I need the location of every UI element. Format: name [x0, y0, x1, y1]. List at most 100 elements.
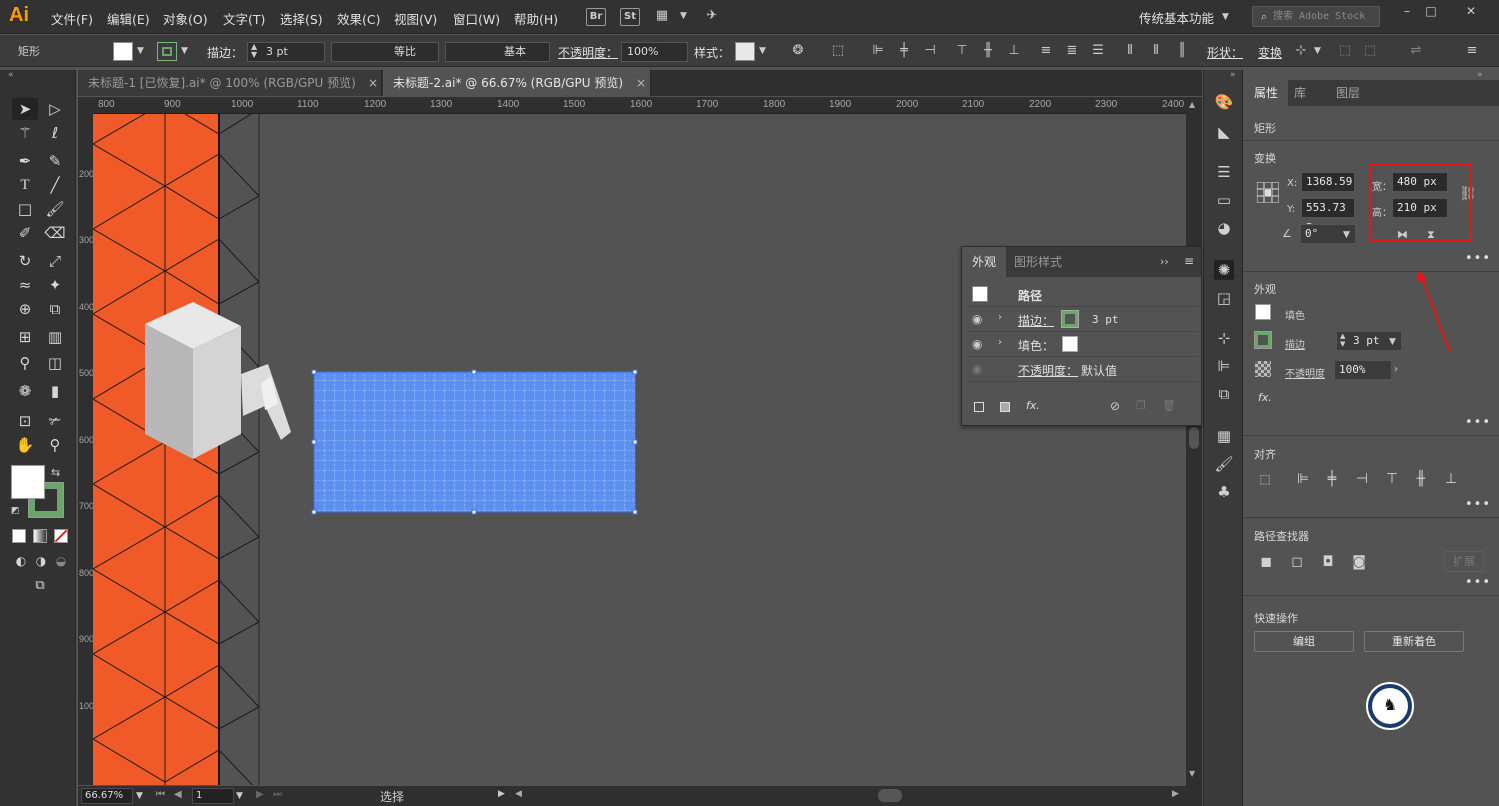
chevron-down-icon[interactable]: ▼: [1222, 12, 1229, 22]
more-options-icon[interactable]: •••: [1465, 251, 1491, 266]
lasso-tool-icon[interactable]: ℓ: [42, 122, 68, 144]
appearance-path-row[interactable]: 路径: [966, 283, 1198, 307]
delete-item-icon[interactable]: 🗑: [1162, 399, 1176, 412]
mesh-tool-icon[interactable]: ⊞: [12, 326, 38, 348]
scroll-up-icon[interactable]: ▲: [1189, 100, 1195, 109]
appearance-stroke-row[interactable]: ◉ › 描边： 3 pt: [966, 308, 1198, 332]
none-mode-icon[interactable]: [54, 529, 68, 543]
last-artboard-icon[interactable]: ⏭: [273, 789, 282, 800]
align-top-icon[interactable]: ⊤: [954, 43, 970, 59]
color-mode-icon[interactable]: [12, 529, 26, 543]
warp-tool-icon[interactable]: ≈: [12, 274, 38, 296]
zoom-tool-icon[interactable]: ⚲: [42, 434, 68, 456]
artboard-tool-icon[interactable]: ⊡: [12, 410, 38, 432]
selection-handle[interactable]: [471, 509, 477, 515]
shape-label[interactable]: 形状：: [1207, 44, 1243, 61]
chevron-down-icon[interactable]: ▼: [680, 11, 687, 21]
color-guide-icon[interactable]: ◣: [1214, 122, 1234, 142]
3d-letter-artwork[interactable]: [145, 302, 291, 459]
scroll-right-icon[interactable]: ▶: [1172, 789, 1179, 799]
reference-point-icon[interactable]: ⊹: [1293, 43, 1309, 59]
pen-tool-icon[interactable]: ✒: [12, 150, 38, 172]
column-graph-tool-icon[interactable]: ▮: [42, 380, 68, 402]
chevron-down-icon[interactable]: ▼: [181, 46, 188, 56]
align-right-icon[interactable]: ⊣: [922, 43, 938, 59]
close-icon[interactable]: ×: [636, 70, 646, 96]
zoom-field[interactable]: 66.67%: [81, 788, 133, 804]
expand-panel-icon[interactable]: ››: [1160, 255, 1169, 268]
add-effect-icon[interactable]: fx.: [1026, 399, 1040, 412]
scroll-down-icon[interactable]: ▼: [1189, 769, 1195, 778]
distribute-hcenter-icon[interactable]: ⦀: [1148, 43, 1164, 59]
blend-tool-icon[interactable]: ◫: [42, 352, 68, 374]
chevron-down-icon[interactable]: ▼: [1343, 230, 1350, 240]
type-tool-icon[interactable]: T: [12, 174, 38, 196]
chevron-down-icon[interactable]: ▼: [137, 46, 144, 56]
appearance-fill-row[interactable]: ◉ › 填色：: [966, 333, 1198, 357]
selection-handle[interactable]: [471, 369, 477, 375]
chevron-down-icon[interactable]: ▼: [1389, 337, 1396, 347]
curvature-tool-icon[interactable]: ✎: [42, 150, 68, 172]
opacity-label[interactable]: 不透明度：: [1018, 362, 1078, 379]
status-menu-icon[interactable]: ▶: [498, 789, 505, 799]
isolate-icon[interactable]: ⬚: [1362, 43, 1378, 59]
minimize-button[interactable]: –: [1396, 4, 1418, 20]
align-hcenter-icon[interactable]: ╪: [1323, 470, 1341, 488]
stepper-icon[interactable]: ▲ ▼: [251, 43, 257, 59]
stroke-swatch[interactable]: [1254, 331, 1272, 349]
panel-menu-icon[interactable]: ≡: [1464, 43, 1480, 59]
chevron-down-icon[interactable]: ▼: [759, 46, 766, 56]
line-tool-icon[interactable]: ╱: [42, 174, 68, 196]
add-new-fill-icon[interactable]: [1000, 402, 1010, 412]
tab-libraries[interactable]: 库: [1284, 80, 1316, 106]
selection-handle[interactable]: [632, 439, 638, 445]
perspective-grid-tool-icon[interactable]: ⧉: [42, 298, 68, 320]
opacity-field[interactable]: 100%: [621, 42, 688, 62]
pathfinder-panel-icon[interactable]: ⧉: [1214, 384, 1234, 404]
panel-menu-icon[interactable]: ≡: [1184, 254, 1194, 268]
align-left-icon[interactable]: ⊫: [1294, 470, 1312, 488]
expand-dock-icon[interactable]: »: [1230, 70, 1236, 80]
tab-graphic-styles[interactable]: 图形样式: [1004, 247, 1072, 277]
align-left-icon[interactable]: ⊫: [870, 43, 886, 59]
menu-view[interactable]: 视图(V): [394, 9, 437, 28]
brush-definition[interactable]: 基本: [445, 42, 550, 62]
fill-color-front[interactable]: [11, 465, 45, 499]
default-colors-icon[interactable]: ◩: [11, 506, 20, 516]
chevron-down-icon[interactable]: ▼: [136, 791, 143, 801]
flip-vertical-icon[interactable]: ⧗: [1427, 228, 1435, 242]
expand-button[interactable]: 扩展: [1444, 551, 1484, 572]
stroke-weight-field[interactable]: 3 pt: [247, 42, 325, 62]
fill-color-swatch[interactable]: [1062, 336, 1078, 352]
add-effect-icon[interactable]: fx.: [1258, 391, 1272, 404]
graphic-style-swatch[interactable]: [735, 42, 755, 61]
direct-selection-tool-icon[interactable]: ▷: [42, 98, 68, 120]
unite-icon[interactable]: ◼: [1257, 553, 1275, 571]
screen-mode-icon[interactable]: ⧉: [27, 575, 53, 597]
menu-edit[interactable]: 编辑(E): [107, 9, 150, 28]
scale-tool-icon[interactable]: ⤢: [42, 250, 68, 272]
horizontal-ruler[interactable]: 800 900 1000 1100 1200 1300 1400 1500 16…: [92, 97, 1186, 114]
visibility-eye-icon[interactable]: ◉: [972, 362, 982, 376]
scroll-left-icon[interactable]: ◀: [515, 789, 522, 799]
rectangle-tool-icon[interactable]: □: [12, 198, 38, 220]
variable-width-profile[interactable]: 等比: [331, 42, 439, 62]
maximize-button[interactable]: □: [1420, 4, 1442, 20]
chevron-down-icon[interactable]: ▼: [1314, 46, 1321, 56]
symbols-panel-icon[interactable]: ♣: [1214, 482, 1234, 502]
bridge-button[interactable]: Br: [586, 8, 606, 26]
menu-window[interactable]: 窗口(W): [453, 9, 500, 28]
prev-artboard-icon[interactable]: ◀: [174, 789, 182, 800]
stepper-icon[interactable]: ▲ ▼: [1340, 332, 1345, 348]
group-button[interactable]: 编组: [1254, 631, 1354, 652]
paintbrush-tool-icon[interactable]: 🖌: [42, 198, 68, 220]
collapse-icon[interactable]: «: [8, 70, 14, 80]
eraser-tool-icon[interactable]: ⌫: [42, 222, 68, 244]
align-hcenter-icon[interactable]: ╪: [896, 43, 912, 59]
transparency-panel-icon[interactable]: ◕: [1214, 218, 1234, 238]
graphic-styles-icon[interactable]: ◲: [1214, 288, 1234, 308]
brushes-panel-icon[interactable]: 🖌: [1214, 454, 1234, 474]
intersect-icon[interactable]: ◘: [1319, 553, 1337, 571]
align-vcenter-icon[interactable]: ╫: [980, 43, 996, 59]
slice-tool-icon[interactable]: ✃: [42, 410, 68, 432]
